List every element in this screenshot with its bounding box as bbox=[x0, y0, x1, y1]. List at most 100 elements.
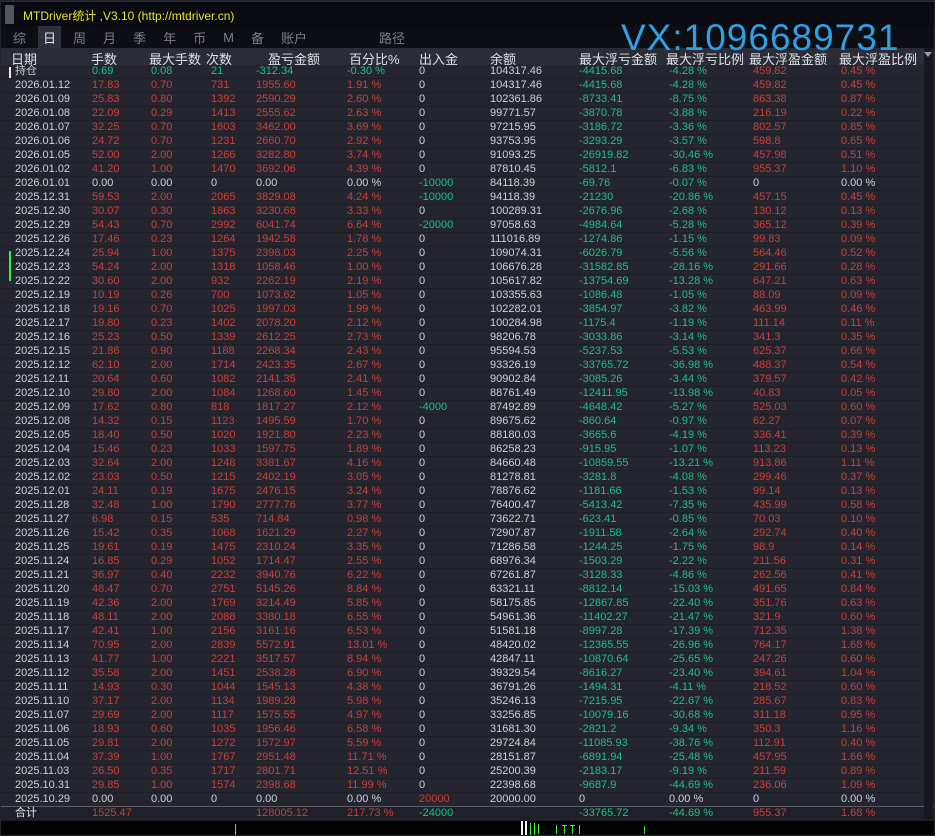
table-row[interactable]: 2025.12.0124.110.1916752476.153.24 %0788… bbox=[1, 485, 934, 499]
table-row[interactable]: 2025.12.0917.620.808181817.272.12 %-4000… bbox=[1, 401, 934, 415]
table-row[interactable]: 2025.12.1625.230.5013392612.252.73 %0982… bbox=[1, 331, 934, 345]
value-cell: 647.21 bbox=[753, 275, 787, 288]
table-row[interactable]: 2026.01.0822.090.2914132555.622.63 %0997… bbox=[1, 107, 934, 121]
value-cell: 0.15 bbox=[151, 415, 172, 428]
table-row[interactable]: 2025.11.0729.692.0011171575.554.97 %0332… bbox=[1, 709, 934, 723]
table-row[interactable]: 2025.11.1235.582.0014512538.286.90 %0393… bbox=[1, 667, 934, 681]
value-cell: -9687.9 bbox=[579, 779, 616, 792]
table-row[interactable]: 2025.11.276.980.15535714.840.98 %073622.… bbox=[1, 513, 934, 527]
table-row[interactable]: 2025.12.0332.642.0012483381.674.16 %0846… bbox=[1, 457, 934, 471]
table-row[interactable]: 持仓0.690.0821-312.34-0.30 %0104317.46-441… bbox=[1, 65, 934, 79]
date-cell: 2025.12.05 bbox=[15, 429, 70, 442]
table-row[interactable]: 2025.12.1819.160.7010251997.031.99 %0102… bbox=[1, 303, 934, 317]
table-row[interactable]: 2025.11.1037.172.0011341989.285.98 %0352… bbox=[1, 695, 934, 709]
table-row[interactable]: 2025.11.0618.930.6010351956.466.58 %0316… bbox=[1, 723, 934, 737]
table-row[interactable]: 2026.01.010.000.0000.000.00 %-1000084118… bbox=[1, 177, 934, 191]
table-row[interactable]: 2025.11.0326.500.3517172801.7112.51 %025… bbox=[1, 765, 934, 779]
table-row[interactable]: 2025.12.0814.320.1511231495.591.70 %0896… bbox=[1, 415, 934, 429]
table-row[interactable]: 2025.12.2230.602.009322262.192.19 %01056… bbox=[1, 275, 934, 289]
date-cell: 2025.12.31 bbox=[15, 191, 70, 204]
value-cell: 0.00 % bbox=[347, 177, 381, 190]
table-row[interactable]: 2025.12.0518.400.5010201921.802.23 %0881… bbox=[1, 429, 934, 443]
table-row[interactable]: 2025.12.0415.460.2310331597.751.89 %0862… bbox=[1, 443, 934, 457]
table-row[interactable]: 2025.11.2048.470.7027515145.268.84 %0633… bbox=[1, 583, 934, 597]
menu-item-M[interactable]: M bbox=[218, 28, 239, 47]
value-cell: 1264 bbox=[211, 233, 235, 246]
table-row[interactable]: 2026.01.0732.250.7016033462.003.69 %0972… bbox=[1, 121, 934, 135]
value-cell: 336.41 bbox=[753, 429, 787, 442]
menu-item-季[interactable]: 季 bbox=[128, 26, 151, 49]
table-row[interactable]: 2025.12.1719.800.2314022078.202.12 %0100… bbox=[1, 317, 934, 331]
scrollbar-arrow-icon[interactable] bbox=[924, 52, 932, 57]
table-row[interactable]: 2025.12.1521.860.9011882268.342.43 %0955… bbox=[1, 345, 934, 359]
menu-item-币[interactable]: 币 bbox=[188, 26, 211, 49]
table-row[interactable]: 2026.01.0925.830.8013922590.292.60 %0102… bbox=[1, 93, 934, 107]
total-row[interactable]: 合计1525.47128005.12217.73 %-24000-33765.7… bbox=[1, 807, 934, 821]
value-cell: 2.41 % bbox=[347, 373, 381, 386]
table-row[interactable]: 2025.12.1262.102.0017142423.352.67 %0933… bbox=[1, 359, 934, 373]
table-row[interactable]: 2025.12.0223.030.5012152402.193.05 %0812… bbox=[1, 471, 934, 485]
table-row[interactable]: 2025.11.0437.391.0017672951.4811.71 %028… bbox=[1, 751, 934, 765]
value-cell: 0 bbox=[419, 723, 425, 736]
value-cell: -10859.55 bbox=[579, 457, 629, 470]
table-row[interactable]: 2025.10.290.000.0000.000.00 %2000020000.… bbox=[1, 793, 934, 807]
value-cell: 1413 bbox=[211, 107, 235, 120]
table-row[interactable]: 2025.11.1848.112.0020883380.186.55 %0549… bbox=[1, 611, 934, 625]
table-row[interactable]: 2026.01.0624.720.7012312660.702.92 %0937… bbox=[1, 135, 934, 149]
value-cell: 2.60 % bbox=[347, 93, 381, 106]
table-row[interactable]: 2025.11.1341.771.0022213517.578.94 %0428… bbox=[1, 653, 934, 667]
table-row[interactable]: 2025.11.2615.420.3510681621.292.27 %0729… bbox=[1, 527, 934, 541]
menu-item-日[interactable]: 日 bbox=[38, 26, 61, 49]
table-row[interactable]: 2025.11.2519.610.1914752310.243.35 %0712… bbox=[1, 541, 934, 555]
table-row[interactable]: 2026.01.0241.201.0014703692.064.39 %0878… bbox=[1, 163, 934, 177]
value-cell: -2.64 % bbox=[669, 527, 707, 540]
table-row[interactable]: 2025.11.2832.481.0017902777.763.77 %0764… bbox=[1, 499, 934, 513]
value-cell: 0 bbox=[419, 597, 425, 610]
value-cell: 0.98 % bbox=[347, 513, 381, 526]
value-cell: 2423.35 bbox=[256, 359, 296, 372]
table-row[interactable]: 2025.11.2416.850.2910521714.472.55 %0689… bbox=[1, 555, 934, 569]
value-cell: -7215.95 bbox=[579, 695, 622, 708]
table-row[interactable]: 2025.12.2425.941.0013752398.032.25 %0109… bbox=[1, 247, 934, 261]
value-cell: 0 bbox=[419, 163, 425, 176]
table-row[interactable]: 2025.11.1470.952.0028395572.9113.01 %048… bbox=[1, 639, 934, 653]
table-row[interactable]: 2025.12.1029.802.0010841268.601.45 %0887… bbox=[1, 387, 934, 401]
table-row[interactable]: 2025.11.0529.812.0012721572.975.59 %0297… bbox=[1, 737, 934, 751]
table-row[interactable]: 2026.01.1217.830.707311955.601.91 %01043… bbox=[1, 79, 934, 93]
menu-item-路径[interactable]: 路径 bbox=[374, 26, 410, 49]
value-cell: 0 bbox=[419, 373, 425, 386]
vertical-scrollbar[interactable] bbox=[924, 48, 933, 819]
menu-item-账户[interactable]: 账户 bbox=[276, 26, 312, 49]
value-cell: 98206.78 bbox=[490, 331, 536, 344]
value-cell: 84118.39 bbox=[490, 177, 535, 190]
table-row[interactable]: 2025.11.1742.411.0021563161.166.53 %0515… bbox=[1, 625, 934, 639]
table-row[interactable]: 2025.12.1910.190.267001073.621.05 %01033… bbox=[1, 289, 934, 303]
table-row[interactable]: 2025.11.1942.362.0017693214.495.85 %0581… bbox=[1, 597, 934, 611]
table-row[interactable]: 2025.12.2617.460.2312641942.581.78 %0111… bbox=[1, 233, 934, 247]
table-row[interactable]: 2025.10.3129.851.0015742398.6811.99 %022… bbox=[1, 779, 934, 793]
table-row[interactable]: 2025.12.3159.532.0020653829.084.24 %-100… bbox=[1, 191, 934, 205]
menu-item-备[interactable]: 备 bbox=[246, 26, 269, 49]
value-cell: 1.11 % bbox=[841, 457, 874, 470]
value-cell: 0.00 bbox=[256, 793, 277, 806]
menu-item-综[interactable]: 综 bbox=[8, 26, 31, 49]
activity-tick bbox=[562, 825, 567, 826]
menu-item-年[interactable]: 年 bbox=[158, 26, 181, 49]
table-row[interactable]: 2025.12.1120.640.6010822141.352.41 %0909… bbox=[1, 373, 934, 387]
table-row[interactable]: 2025.12.3030.070.3018633230.683.33 %0100… bbox=[1, 205, 934, 219]
value-cell: 463.99 bbox=[753, 303, 787, 316]
value-cell: 0.83 % bbox=[841, 695, 875, 708]
table-row[interactable]: 2026.01.0552.002.0012663282.803.74 %0910… bbox=[1, 149, 934, 163]
table-row[interactable]: 2025.12.2954.430.7029926041.746.64 %-200… bbox=[1, 219, 934, 233]
table-row[interactable]: 2025.11.1114.930.3010441545.134.38 %0367… bbox=[1, 681, 934, 695]
menu-item-月[interactable]: 月 bbox=[98, 26, 121, 49]
menu-item-周[interactable]: 周 bbox=[68, 26, 91, 49]
value-cell: 99.14 bbox=[753, 485, 781, 498]
value-cell: 0.60 % bbox=[841, 681, 875, 694]
value-cell: 95594.53 bbox=[490, 345, 536, 358]
table-row[interactable]: 2025.11.2136.970.4022323940.766.22 %0672… bbox=[1, 569, 934, 583]
value-cell: 1.09 % bbox=[841, 779, 875, 792]
value-cell: -3085.26 bbox=[579, 373, 622, 386]
value-cell: 0.31 % bbox=[841, 555, 875, 568]
table-row[interactable]: 2025.12.2354.242.0013181058.461.00 %0106… bbox=[1, 261, 934, 275]
